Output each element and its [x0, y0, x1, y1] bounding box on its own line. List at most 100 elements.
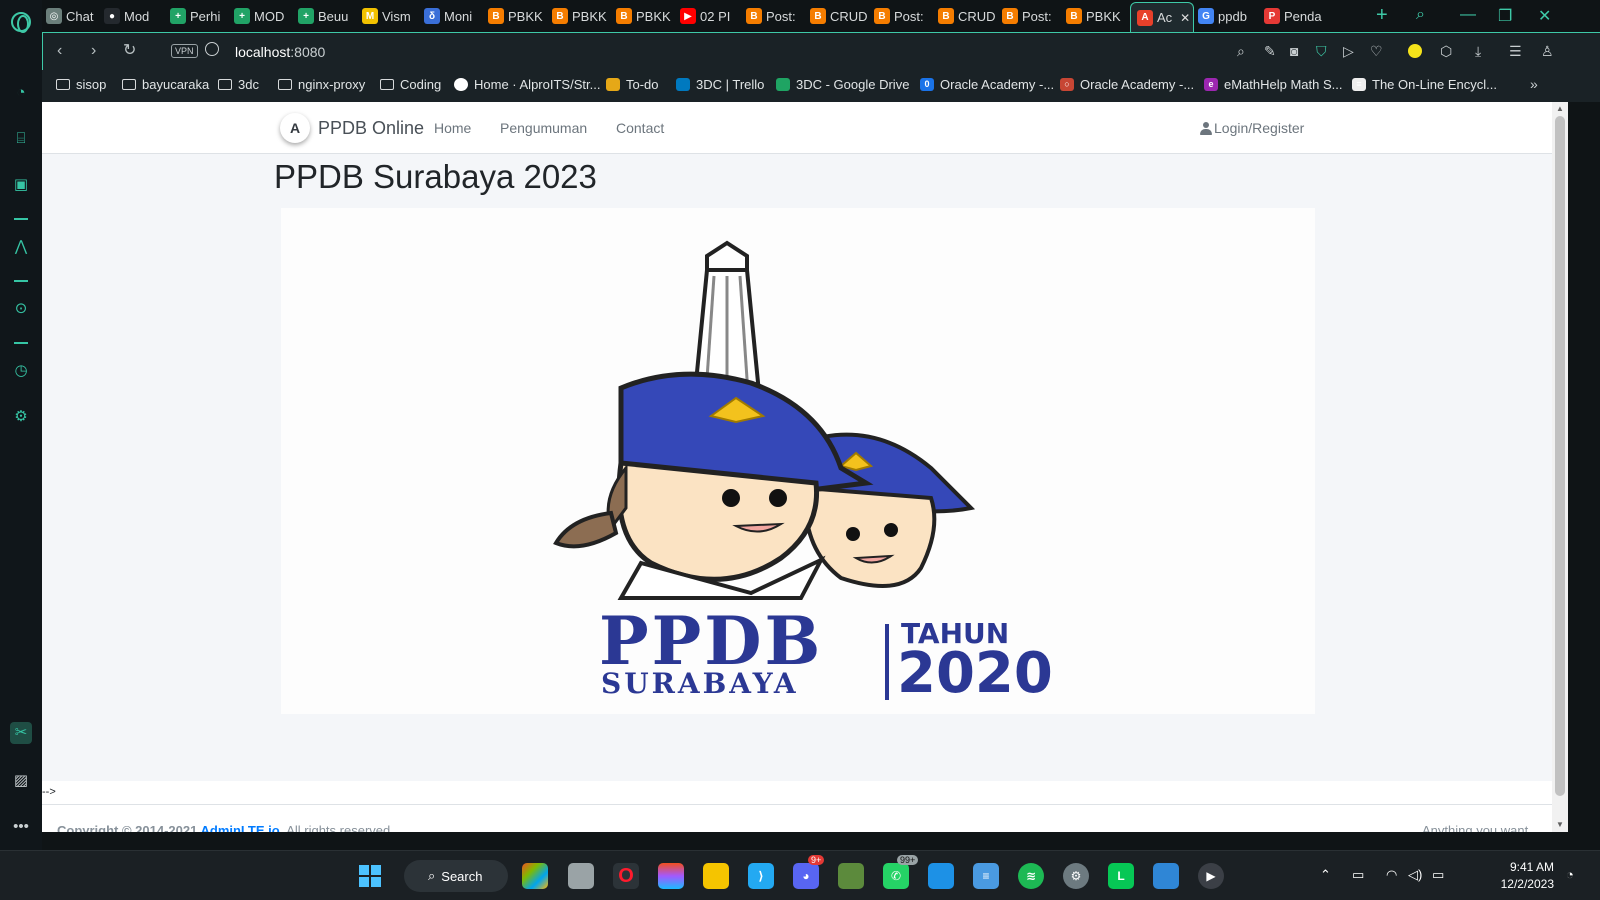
tray-display-icon[interactable]: ▭	[1352, 867, 1364, 883]
browser-tab[interactable]: B Post:	[746, 4, 810, 28]
battery-icon[interactable]: ▭	[1432, 867, 1444, 883]
bookmark-item[interactable]: bayucaraka	[122, 77, 209, 92]
login-register-link[interactable]: Login/Register	[1200, 120, 1304, 136]
adminlte-link[interactable]: AdminLTE.io	[200, 823, 279, 832]
browser-tab[interactable]: ◎ Chat	[46, 4, 104, 28]
nav-pengumuman[interactable]: Pengumuman	[500, 120, 587, 136]
site-info-globe-icon[interactable]	[205, 42, 219, 56]
browser-tab[interactable]: + MOD	[234, 4, 298, 28]
send-icon[interactable]: ▷	[1343, 43, 1354, 59]
docker-icon[interactable]	[928, 863, 954, 889]
bookmark-item[interactable]: Coding	[380, 77, 441, 92]
close-tab-icon[interactable]: ✕	[1180, 11, 1190, 25]
scrollbar-thumb[interactable]	[1555, 116, 1565, 796]
more-options-icon[interactable]: •••	[12, 818, 30, 836]
browser-tab[interactable]: ● Mod	[104, 4, 170, 28]
browser-tab[interactable]: ▶ 02 PI	[680, 4, 746, 28]
briefcase-icon[interactable]: ⌸	[12, 130, 30, 148]
bookmark-item[interactable]: 3DC | Trello	[676, 77, 764, 92]
opera-menu-icon[interactable]	[11, 12, 31, 33]
camera-snapshot-icon[interactable]: ◙	[1290, 43, 1298, 59]
nav-contact[interactable]: Contact	[616, 120, 664, 136]
player-icon[interactable]: ⊙	[12, 300, 30, 318]
browser-tab[interactable]: M Vism	[362, 4, 424, 28]
vpn-badge[interactable]: VPN	[171, 44, 198, 58]
browser-tab[interactable]: B CRUD	[810, 4, 874, 28]
discord-icon[interactable]: ◕	[793, 863, 819, 889]
page-scrollbar[interactable]: ▲ ▼	[1552, 102, 1568, 832]
notification-bell-icon[interactable]: ◔	[1566, 867, 1574, 882]
start-windows-icon[interactable]	[357, 863, 383, 889]
minecraft-icon[interactable]	[838, 863, 864, 889]
url-field[interactable]: localhost:8080	[235, 44, 325, 60]
figma-icon[interactable]	[658, 863, 684, 889]
browser-tab[interactable]: B PBKK	[1066, 4, 1130, 28]
bookmark-item[interactable]: Home · AlproITS/Str...	[454, 77, 600, 92]
vscode-icon[interactable]: ⟩	[748, 863, 774, 889]
easy-setup-icon[interactable]: ☰	[1509, 43, 1522, 59]
extensions-cube-icon[interactable]: ⬡	[1440, 43, 1452, 59]
restore-icon[interactable]: ❐	[1498, 6, 1512, 26]
browser-tab[interactable]: P Penda	[1264, 4, 1330, 28]
tray-overflow-chevron-icon[interactable]: ⌃	[1320, 867, 1331, 883]
widgets-icon[interactable]	[522, 863, 548, 889]
file-explorer-icon[interactable]	[703, 863, 729, 889]
scroll-down-arrow-icon[interactable]: ▼	[1556, 820, 1564, 829]
bookmark-item[interactable]: nginx-proxy	[278, 77, 365, 92]
browser-tab[interactable]: A Ac ✕	[1130, 2, 1194, 32]
heart-bookmark-icon[interactable]: ♡	[1370, 43, 1383, 59]
browser-tab[interactable]: B PBKK	[616, 4, 680, 28]
browser-tab[interactable]: + Beuu	[298, 4, 362, 28]
browser-tab[interactable]: B Post:	[874, 4, 938, 28]
browser-tab[interactable]: δ Moni	[424, 4, 488, 28]
minimize-icon[interactable]: —	[1460, 6, 1476, 24]
photos-icon[interactable]	[1153, 863, 1179, 889]
aria-icon[interactable]: ⋀	[12, 238, 30, 256]
adblock-shield-icon[interactable]: ⛉	[1316, 43, 1327, 59]
speed-dial-icon[interactable]: ◔	[12, 84, 30, 102]
browser-tab[interactable]: B PBKK	[552, 4, 616, 28]
profile-icon[interactable]: ♙	[1541, 43, 1554, 59]
chip-icon[interactable]: ▣	[12, 176, 30, 194]
browser-tab[interactable]: B Post:	[1002, 4, 1066, 28]
new-tab-plus-icon[interactable]: +	[1376, 5, 1388, 25]
more-bookmarks-chevron-icon[interactable]: »	[1530, 76, 1538, 92]
nav-home[interactable]: Home	[434, 120, 471, 136]
bookmark-item[interactable]: To-do	[606, 77, 659, 92]
extension-yellow-icon[interactable]	[1408, 44, 1422, 58]
taskbar-clock[interactable]: 9:41 AM 12/2/2023	[1494, 859, 1554, 893]
download-icon[interactable]: ⤓	[1475, 43, 1481, 59]
settings-app-icon[interactable]: ⚙	[1063, 863, 1089, 889]
forward-arrow-icon[interactable]: ›	[91, 41, 96, 61]
share-icon[interactable]: ✎	[1264, 43, 1276, 59]
notepad-icon[interactable]: ≡	[973, 863, 999, 889]
scroll-up-arrow-icon[interactable]: ▲	[1556, 104, 1564, 113]
volume-icon[interactable]: ◁)	[1408, 867, 1422, 883]
bookmark-item[interactable]: sisop	[56, 77, 106, 92]
bookmark-item[interactable]: 0 Oracle Academy -...	[920, 77, 1054, 92]
opera-taskbar-icon[interactable]: O	[613, 863, 639, 889]
browser-tab[interactable]: B PBKK	[488, 4, 552, 28]
gallery-icon[interactable]: ▨	[12, 772, 30, 790]
bookmark-item[interactable]: 3DC - Google Drive	[776, 77, 909, 92]
bookmark-item[interactable]: ○ Oracle Academy -...	[1060, 77, 1194, 92]
line-app-icon[interactable]: L	[1108, 863, 1134, 889]
media-player-icon[interactable]: ▶	[1198, 863, 1224, 889]
brand-link[interactable]: A PPDB Online	[280, 113, 424, 143]
close-window-icon[interactable]: ✕	[1538, 6, 1551, 26]
browser-tab[interactable]: Gppdb	[1198, 4, 1264, 28]
extension-icon[interactable]: ✂	[10, 722, 32, 744]
tab-search-icon[interactable]: ⌕	[1416, 6, 1425, 24]
back-arrow-icon[interactable]: ‹	[57, 41, 62, 61]
history-icon[interactable]: ◷	[12, 362, 30, 380]
search-in-page-icon[interactable]: ⌕	[1237, 43, 1245, 59]
bookmark-item[interactable]: ≡ The On-Line Encycl...	[1352, 77, 1497, 92]
task-view-icon[interactable]	[568, 863, 594, 889]
bookmark-item[interactable]: e eMathHelp Math S...	[1204, 77, 1343, 92]
wifi-icon[interactable]: ◠	[1386, 867, 1397, 883]
browser-tab[interactable]: B CRUD	[938, 4, 1002, 28]
reload-icon[interactable]: ↻	[123, 41, 136, 61]
taskbar-search[interactable]: ⌕ Search	[404, 860, 508, 892]
settings-gear-icon[interactable]: ⚙	[12, 408, 30, 426]
spotify-icon[interactable]: ≋	[1018, 863, 1044, 889]
